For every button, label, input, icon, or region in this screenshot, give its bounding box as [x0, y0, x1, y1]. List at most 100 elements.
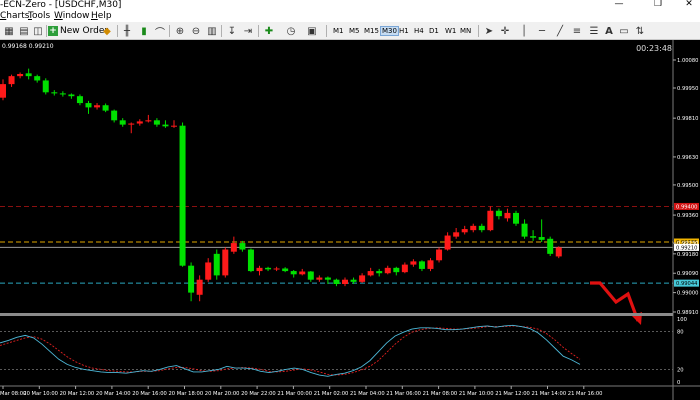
menu-bar: Charts Tools Window Help [0, 10, 700, 22]
bar-chart-icon[interactable]: ╫ [120, 24, 134, 38]
timeframe-w1[interactable]: W1 [444, 26, 457, 36]
tile-windows-icon[interactable]: ▥ [205, 24, 219, 38]
candle-body [102, 105, 109, 111]
candle-body [68, 94, 75, 97]
periods-icon[interactable]: ◷ [284, 24, 298, 38]
candle-body [410, 261, 417, 265]
candle-body [538, 237, 545, 240]
zoom-in-icon[interactable]: ⊕ [173, 24, 187, 38]
fibonacci-icon[interactable]: ☰ [587, 24, 601, 38]
candle-body [136, 121, 143, 124]
timeframe-m30[interactable]: M30 [380, 26, 399, 36]
candle-body [333, 279, 340, 284]
candle-body [470, 225, 477, 231]
candle-body [495, 210, 502, 217]
candle-body [324, 277, 331, 280]
candle-body [239, 243, 246, 250]
candle-body [128, 123, 135, 125]
candle-body [418, 261, 425, 269]
candle-body [401, 264, 408, 273]
candle-body [265, 267, 272, 270]
trendline-icon[interactable]: ╱ [553, 24, 567, 38]
candle-body [51, 92, 58, 94]
toolbar-separator [117, 25, 118, 37]
timeframe-m1[interactable]: M1 [332, 26, 345, 36]
candle-body [273, 268, 280, 270]
cursor-icon[interactable]: ➤ [482, 24, 496, 38]
close-icon[interactable]: ✕ [682, 0, 696, 9]
time-axis-label: 21 Mar 02:00 [314, 391, 349, 397]
timeframe-m5[interactable]: M5 [348, 26, 361, 36]
menu-window[interactable]: Window [54, 10, 90, 22]
candlestick-icon[interactable]: ▮ [137, 24, 151, 38]
time-axis-label: 20 Mar 20:00 [205, 391, 240, 397]
candle-body [521, 223, 528, 237]
chart-shift-icon[interactable]: ⇥ [241, 24, 255, 38]
price-axis-label: 0.99950 [677, 86, 698, 92]
candle-body [119, 120, 126, 125]
toolbar-separator [478, 25, 479, 37]
candle-body [145, 120, 152, 122]
candle-body [25, 73, 32, 77]
price-axis-label: 0.99630 [677, 155, 698, 161]
candle-body [17, 74, 24, 77]
text-label-icon[interactable]: ▭ [617, 24, 631, 38]
time-axis-label: 21 Mar 16:00 [568, 391, 603, 397]
candle-body [555, 247, 562, 257]
price-chart[interactable]: 0.994000.992350.992100.99044 10080200 1.… [0, 40, 700, 400]
candle-body [196, 279, 203, 295]
market-watch-icon[interactable]: ◫ [31, 24, 45, 38]
chart-area[interactable]: 0.99400 0.99235 0.99210 0.99044 100 80 20 0 1.… [0, 40, 700, 400]
toolbar-separator [169, 25, 170, 37]
candle-body [59, 93, 66, 95]
vertical-line-icon[interactable]: │ [517, 24, 531, 38]
candle-body [171, 125, 177, 127]
price-axis-label: 0.98910 [677, 310, 698, 316]
price-axis-label: 0.99360 [677, 213, 698, 219]
candle-body [153, 120, 160, 125]
indicators-icon[interactable]: ✚ [262, 24, 276, 38]
time-axis-label: 20 Mar 14:00 [96, 391, 131, 397]
timeframe-h1[interactable]: H1 [398, 26, 410, 36]
horizontal-line-icon[interactable]: ─ [535, 24, 549, 38]
window-title: -ECN-Zero - [USDCHF,M30] [0, 0, 122, 10]
price-axis-label: 0.99500 [677, 183, 698, 189]
time-axis-label: 21 Mar 14:00 [532, 391, 567, 397]
autotrading-icon[interactable]: ◆ [100, 24, 114, 38]
profiles-icon[interactable]: ▤ [17, 24, 31, 38]
candle-body [42, 80, 49, 93]
timeframe-h4[interactable]: H4 [413, 26, 425, 36]
menu-charts[interactable]: Charts [0, 10, 29, 22]
timeframe-m15[interactable]: M15 [363, 26, 380, 36]
timeframe-mn[interactable]: MN [459, 26, 472, 36]
restore-icon[interactable]: ❐ [651, 0, 665, 9]
osc-axis-label: 100 [677, 317, 687, 323]
candle-body [350, 279, 357, 282]
candle-body [342, 279, 348, 284]
candle-body [188, 265, 195, 293]
zoom-out-icon[interactable]: ⊖ [189, 24, 203, 38]
candle-body [34, 76, 41, 81]
new-chart-icon[interactable]: ▦ [2, 24, 16, 38]
crosshair-icon[interactable]: ✛ [498, 24, 512, 38]
text-tool-icon[interactable]: A [602, 24, 616, 38]
menu-help[interactable]: Help [91, 10, 112, 22]
auto-scroll-icon[interactable]: ↧ [225, 24, 239, 38]
candle-body [205, 262, 212, 280]
osc-axis-label: 0 [677, 380, 680, 386]
toolbar-separator [258, 25, 259, 37]
line-chart-icon[interactable]: ⌒ [153, 24, 167, 39]
arrows-icon[interactable]: ⇅ [633, 24, 647, 38]
timeframe-d1[interactable]: D1 [428, 26, 440, 36]
candle-body [367, 271, 374, 276]
templates-icon[interactable]: ▣ [305, 24, 319, 38]
menu-tools[interactable]: Tools [28, 10, 50, 22]
panel-separator [0, 313, 673, 316]
minimize-icon[interactable]: — [612, 0, 626, 9]
candle-body [307, 271, 314, 280]
candle-body [530, 236, 537, 238]
time-axis-label: 20 Mar 22:00 [241, 391, 276, 397]
candle-body [8, 76, 15, 85]
candle-body [393, 267, 400, 273]
equidistant-channel-icon[interactable]: ≡ [570, 24, 584, 38]
